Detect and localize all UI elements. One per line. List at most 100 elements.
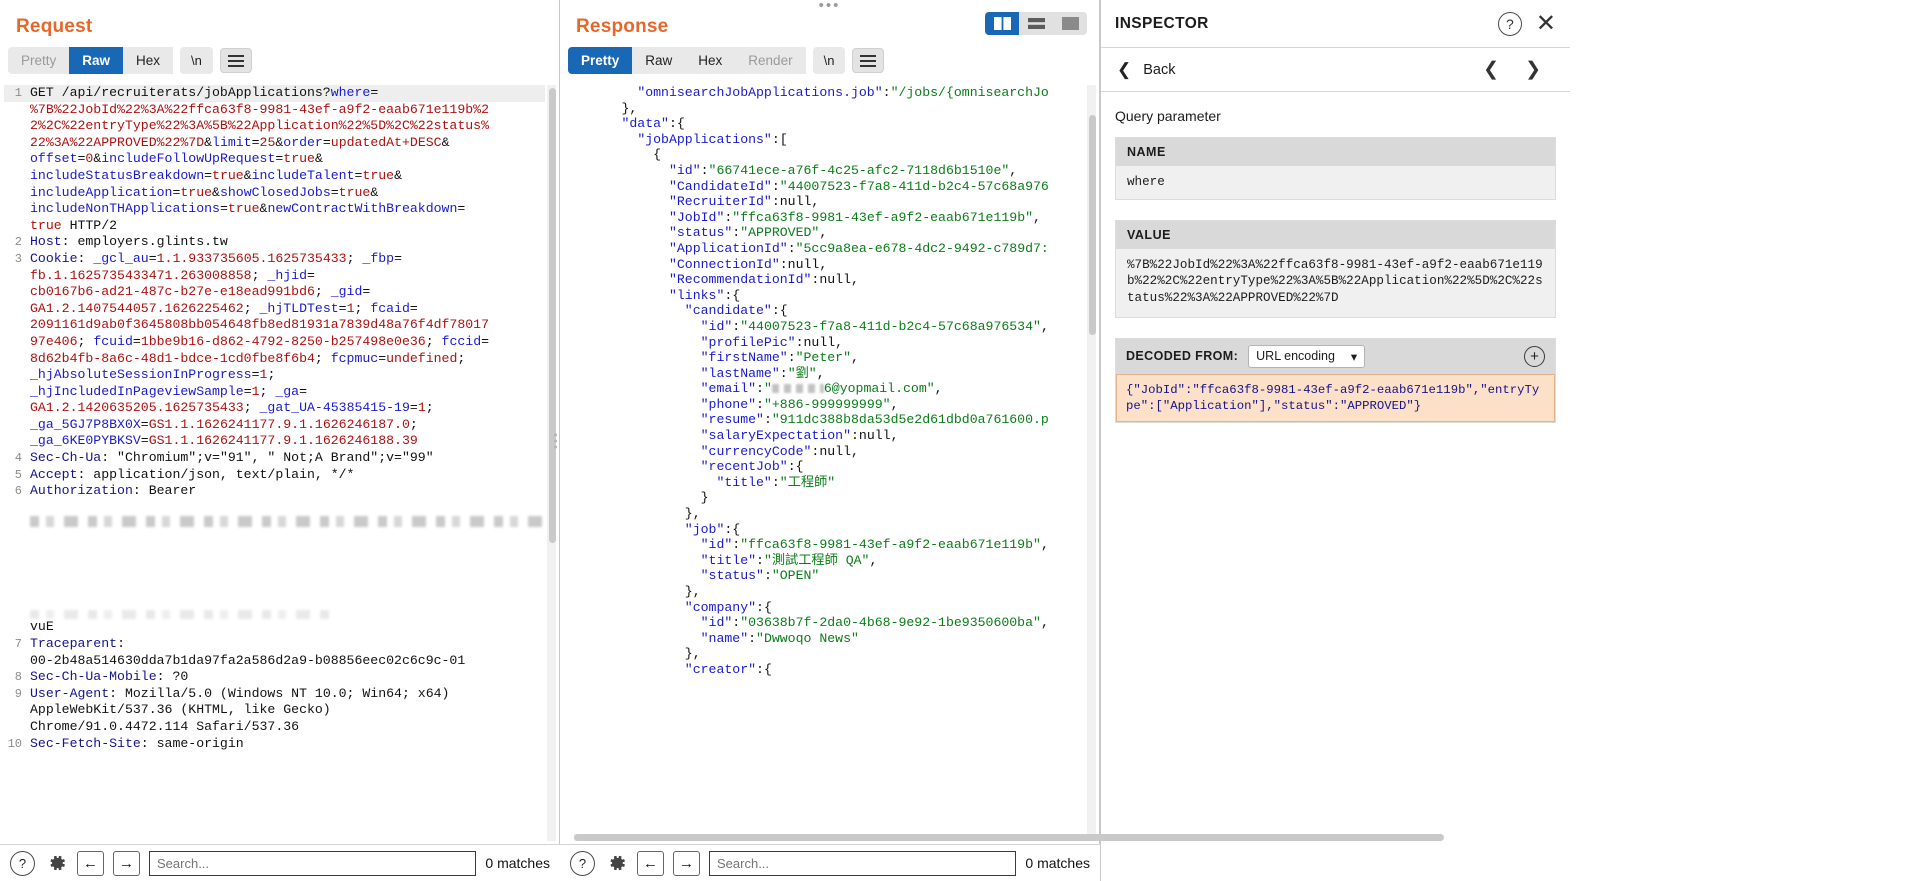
request-panel: Request Pretty Raw Hex \n 1 GET /api/recruit…: [0, 0, 563, 881]
request-tab-pretty[interactable]: Pretty: [8, 47, 70, 74]
line-number: .: [4, 545, 22, 561]
single-pane-layout-button[interactable]: [1053, 12, 1087, 35]
response-settings-gear-icon[interactable]: [604, 851, 628, 875]
redacted-email: [771, 384, 824, 394]
code-line: .8d62b4fb-8a6c-48d1-bdce-1cd0fbe8f6b4; f…: [4, 351, 545, 368]
code-line: "lastName":"劉",: [700, 365, 825, 381]
code-line: .: [4, 594, 545, 620]
response-tab-pretty[interactable]: Pretty: [568, 47, 633, 74]
inspector-prev-button[interactable]: ❮: [1470, 58, 1512, 81]
request-menu-hamburger-icon[interactable]: [219, 48, 252, 73]
line-number: .: [4, 202, 22, 218]
code-line: .%7B%22JobId%22%3A%22ffca63f8-9981-43ef-…: [4, 102, 545, 119]
request-tab-newline[interactable]: \n: [180, 47, 213, 74]
line-number: 2: [14, 235, 22, 250]
name-field-header: NAME: [1116, 138, 1555, 166]
line-number: .: [4, 186, 22, 202]
request-scrollbar-thumb[interactable]: [549, 88, 556, 543]
code-line: .: [4, 577, 545, 594]
code-line: "profilePic":null,: [700, 334, 844, 350]
code-line: .2091161d9ab0f3645808bb054648fb8ed81931a…: [4, 317, 545, 334]
request-tab-raw[interactable]: Raw: [69, 47, 124, 74]
line-number: 6: [14, 484, 22, 499]
decoded-from-select[interactable]: URL encoding ▾: [1248, 344, 1366, 368]
line-number: .: [4, 595, 22, 611]
response-match-count: 0 matches: [1025, 855, 1090, 871]
code-line: ._hjIncludedInPageviewSample=1; _ga=: [4, 384, 545, 401]
code-line: },: [574, 646, 701, 662]
code-line: },: [574, 506, 701, 522]
response-search-input[interactable]: [709, 850, 1017, 876]
response-left-splitter[interactable]: [554, 433, 557, 448]
back-label: Back: [1143, 61, 1176, 78]
back-button[interactable]: ❮ Back: [1117, 60, 1176, 80]
line-number: 10: [7, 736, 22, 751]
code-line: {: [574, 147, 662, 163]
code-line: "ConnectionId":null,: [668, 256, 828, 272]
code-line: "resume":"911dc388b8da53d5e2d61dbd0a7616…: [700, 412, 1049, 428]
name-field-value[interactable]: where: [1116, 166, 1555, 199]
code-line: .22%3A%22APPROVED%22%7D&limit=25&order=u…: [4, 135, 545, 152]
code-line: .00-2b48a514630dda7b1da97fa2a586d2a9-b08…: [4, 653, 545, 670]
question-mark-icon[interactable]: ?: [1497, 11, 1522, 36]
request-tab-hex[interactable]: Hex: [123, 47, 174, 74]
line-number: .: [4, 720, 22, 736]
response-tab-hex[interactable]: Hex: [685, 47, 736, 74]
line-number: .: [4, 703, 22, 719]
response-scrollbar-thumb[interactable]: [1089, 115, 1096, 335]
line-number: 4: [14, 451, 22, 466]
response-tabs: Pretty Raw Hex Render \n: [568, 47, 1099, 74]
line-number: .: [4, 318, 22, 334]
line-number: 5: [14, 467, 22, 482]
code-line: "ApplicationId":"5cc9a8ea-e678-4dc2-9492…: [668, 240, 1049, 256]
value-field-header: VALUE: [1116, 220, 1555, 249]
inspector-title: INSPECTOR: [1115, 14, 1209, 32]
code-line: .: [4, 500, 545, 528]
decoded-from-label: DECODED FROM:: [1126, 349, 1239, 363]
code-line: "id":"44007523-f7a8-411d-b2c4-57c68a9765…: [700, 318, 1049, 334]
line-number: .: [4, 434, 22, 450]
response-menu-hamburger-icon[interactable]: [852, 48, 885, 73]
plus-circle-icon[interactable]: +: [1524, 345, 1545, 367]
request-header: Request: [0, 0, 559, 38]
side-by-side-layout-button[interactable]: [985, 12, 1019, 35]
code-line: "links":{: [668, 287, 741, 303]
code-line: .2%2C%22entryType%22%3A%5B%22Application…: [4, 118, 545, 135]
request-title: Request: [16, 16, 93, 37]
line-number: .: [4, 352, 22, 368]
response-tab-raw[interactable]: Raw: [632, 47, 686, 74]
stacked-layout-button[interactable]: [1019, 12, 1053, 35]
request-body-code[interactable]: 1 GET /api/recruiterats/jobApplications?w…: [4, 85, 545, 841]
response-body-code[interactable]: "omnisearchJobApplications.job":"/jobs/{…: [574, 85, 1085, 841]
line-number: .: [4, 401, 22, 417]
code-line: ._ga_5GJ7P8BX0X=GS1.1.1626241177.9.1.162…: [4, 417, 545, 434]
line-number: .: [4, 368, 22, 384]
close-icon[interactable]: ✕: [1536, 11, 1556, 35]
response-hscroll-thumb[interactable]: [574, 834, 1444, 841]
code-line: 1 GET /api/recruiterats/jobApplications?w…: [4, 85, 545, 102]
response-help-icon[interactable]: ?: [570, 850, 595, 876]
line-number: .: [4, 385, 22, 401]
response-tab-newline[interactable]: \n: [812, 47, 846, 74]
inspector-next-button[interactable]: ❯: [1512, 58, 1554, 81]
burp-suite-window: Request Pretty Raw Hex \n 1 GET /api/recruit…: [0, 0, 1920, 881]
code-line: 7 Traceparent:: [4, 636, 545, 653]
request-search-prev-button[interactable]: ←: [77, 850, 104, 876]
value-field-value[interactable]: %7B%22JobId%22%3A%22ffca63f8-9981-43ef-a…: [1116, 248, 1555, 317]
request-search-next-button[interactable]: →: [113, 850, 140, 876]
response-search-prev-button[interactable]: ←: [637, 850, 664, 876]
decoded-value[interactable]: {"JobId":"ffca63f8-9981-43ef-a9f2-eaab67…: [1116, 373, 1555, 423]
code-line: .Chrome/91.0.4472.114 Safari/537.36: [4, 719, 545, 736]
inspector-panel: INSPECTOR ? ✕ ❮ Back ❮ ❯ Query parameter…: [1100, 0, 1570, 881]
response-tab-render[interactable]: Render: [735, 47, 806, 74]
request-help-icon[interactable]: ?: [10, 850, 35, 876]
response-search-next-button[interactable]: →: [673, 850, 700, 876]
line-number: .: [4, 103, 22, 119]
request-settings-gear-icon[interactable]: [44, 851, 68, 875]
code-line: 3 Cookie: _gcl_au=1.1.933735605.162573543…: [4, 251, 545, 268]
line-number: 9: [14, 686, 22, 701]
request-search-input[interactable]: [149, 850, 477, 876]
line-number: 7: [14, 637, 22, 651]
code-line: "title":"測試工程師 QA",: [700, 552, 878, 568]
panel-drag-handle[interactable]: •••: [819, 0, 841, 13]
